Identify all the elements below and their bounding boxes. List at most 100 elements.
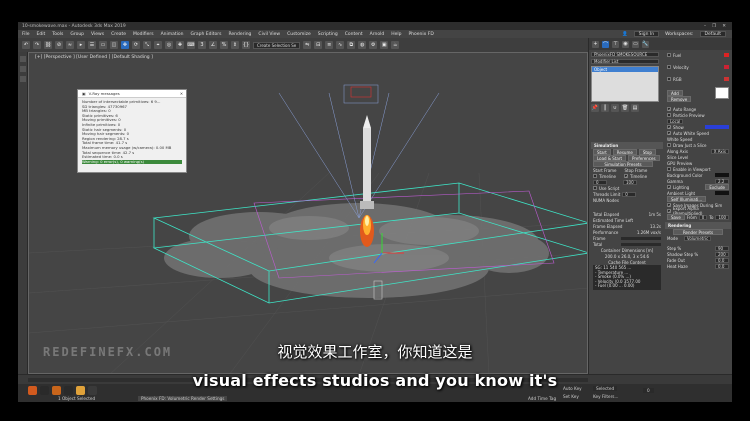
fade-out-input[interactable]: 0.0 bbox=[715, 257, 729, 263]
pivot-center-icon[interactable]: ◎ bbox=[165, 41, 173, 49]
add-time-tag-button[interactable]: Add Time Tag bbox=[528, 396, 556, 401]
snaps-toggle-icon[interactable]: 3 bbox=[198, 41, 206, 49]
rendering-rollout-header[interactable]: Rendering bbox=[665, 222, 731, 229]
keyboard-shortcut-icon[interactable]: ⌨ bbox=[187, 41, 195, 49]
layer-explorer-icon[interactable]: ≡ bbox=[325, 41, 334, 49]
pin-stack-icon[interactable]: 📌 bbox=[591, 104, 599, 112]
save-button[interactable]: Save bbox=[667, 214, 685, 220]
render-presets-button[interactable]: Render Presets bbox=[673, 229, 723, 235]
fuel-color-swatch[interactable] bbox=[724, 53, 729, 57]
self-illumination-button[interactable]: Self Illuminati... bbox=[667, 196, 707, 202]
key-filters-button[interactable]: Key Filters... bbox=[593, 394, 618, 399]
object-name-field[interactable]: PhoenixFD SMOKESOURCE bbox=[591, 52, 659, 57]
minimize-button[interactable]: – bbox=[704, 24, 706, 29]
selection-set-dropdown[interactable]: Create Selection Se bbox=[253, 41, 301, 49]
render-settings-tab[interactable]: Phoenix FD: Volumetric Render Settings bbox=[138, 396, 228, 401]
menu-graph-editors[interactable]: Graph Editors bbox=[191, 32, 222, 37]
align-icon[interactable]: ⊟ bbox=[314, 41, 323, 49]
link-icon[interactable]: ⛓ bbox=[44, 41, 52, 49]
create-tab-icon[interactable]: + bbox=[592, 40, 599, 48]
select-move-icon[interactable]: ✥ bbox=[121, 41, 129, 49]
show-checkbox[interactable] bbox=[667, 125, 671, 129]
start-frame-input[interactable]: 0 bbox=[593, 179, 607, 185]
motion-tab-icon[interactable]: ◉ bbox=[622, 40, 629, 48]
remove-modifier-icon[interactable]: 🗑 bbox=[621, 104, 629, 112]
menu-phoenix-fd[interactable]: Phoenix FD bbox=[408, 32, 433, 37]
remove-button[interactable]: Remove bbox=[667, 96, 692, 102]
menu-scripting[interactable]: Scripting bbox=[318, 32, 338, 37]
render-setup-icon[interactable]: ⚙ bbox=[369, 41, 378, 49]
modify-tab-icon[interactable]: ⌒ bbox=[602, 40, 609, 48]
sign-in-button[interactable]: Sign In bbox=[633, 31, 660, 37]
menu-animation[interactable]: Animation bbox=[161, 32, 184, 37]
percent-snap-icon[interactable]: % bbox=[220, 41, 228, 49]
exclude-button[interactable]: Exclude bbox=[705, 184, 729, 190]
viewport-label[interactable]: [+] [Perspective ] [User Defined ] [Defa… bbox=[35, 55, 153, 60]
workspaces-dropdown[interactable]: Default bbox=[699, 31, 726, 37]
start-timeline-checkbox[interactable] bbox=[593, 174, 597, 178]
window-crossing-icon[interactable]: ◫ bbox=[110, 41, 118, 49]
menu-tools[interactable]: Tools bbox=[52, 32, 63, 37]
display-tab-icon[interactable]: ▭ bbox=[632, 40, 639, 48]
auto-range-checkbox[interactable] bbox=[667, 107, 671, 111]
scene-explorer-icon[interactable] bbox=[20, 66, 26, 72]
viewport-layout-icon[interactable] bbox=[20, 56, 26, 62]
unlink-icon[interactable]: ⊘ bbox=[55, 41, 63, 49]
stack-item-object[interactable]: Object bbox=[592, 67, 658, 72]
rgb-color-swatch[interactable] bbox=[724, 77, 729, 81]
utilities-tab-icon[interactable]: 🔧 bbox=[642, 40, 649, 48]
enable-viewport-checkbox[interactable] bbox=[667, 167, 671, 171]
export-alpha-checkbox[interactable] bbox=[667, 209, 671, 213]
select-scale-icon[interactable]: ⤡ bbox=[143, 41, 151, 49]
shadow-step-input[interactable]: 200 bbox=[715, 251, 729, 257]
select-by-name-icon[interactable]: ☰ bbox=[88, 41, 96, 49]
isolate-icon[interactable] bbox=[20, 76, 26, 82]
schematic-view-icon[interactable]: ⧉ bbox=[347, 41, 356, 49]
fuel-checkbox[interactable] bbox=[667, 53, 671, 57]
redo-icon[interactable]: ↷ bbox=[33, 41, 41, 49]
to-input[interactable]: 100 bbox=[715, 214, 729, 220]
angle-snap-icon[interactable]: ∠ bbox=[209, 41, 217, 49]
stop-timeline-checkbox[interactable] bbox=[624, 174, 629, 178]
threads-limit-input[interactable]: 0 bbox=[622, 191, 637, 197]
maximize-button[interactable]: ❐ bbox=[712, 24, 716, 29]
select-manipulate-icon[interactable]: ✚ bbox=[176, 41, 184, 49]
menu-edit[interactable]: Edit bbox=[37, 32, 46, 37]
menu-civil-view[interactable]: Civil View bbox=[258, 32, 280, 37]
particle-preview-checkbox[interactable] bbox=[667, 113, 671, 117]
local-dropdown[interactable]: Local bbox=[667, 118, 684, 124]
draw-slice-checkbox[interactable] bbox=[667, 143, 671, 147]
force-checkbox[interactable] bbox=[667, 77, 671, 81]
make-unique-icon[interactable]: ∪ bbox=[611, 104, 619, 112]
velocity-color-swatch[interactable] bbox=[724, 65, 729, 69]
rendered-frame-icon[interactable]: ▣ bbox=[380, 41, 389, 49]
mirror-icon[interactable]: ⇋ bbox=[303, 41, 312, 49]
axis-dropdown[interactable]: X Axis bbox=[710, 148, 729, 154]
menu-group[interactable]: Group bbox=[70, 32, 84, 37]
background-color-swatch[interactable] bbox=[715, 173, 729, 177]
show-color-swatch[interactable] bbox=[705, 125, 729, 129]
menu-content[interactable]: Content bbox=[345, 32, 363, 37]
menu-arnold[interactable]: Arnold bbox=[370, 32, 385, 37]
step-input[interactable]: 90 bbox=[715, 245, 729, 251]
bind-space-warp-icon[interactable]: ≈ bbox=[66, 41, 74, 49]
menu-modifiers[interactable]: Modifiers bbox=[133, 32, 154, 37]
menu-file[interactable]: File bbox=[22, 32, 30, 37]
save-images-checkbox[interactable] bbox=[667, 203, 671, 207]
menu-customize[interactable]: Customize bbox=[287, 32, 311, 37]
lighting-checkbox[interactable] bbox=[667, 185, 671, 189]
set-key-button[interactable]: Set Key bbox=[563, 394, 579, 399]
spinner-snap-icon[interactable]: ⇕ bbox=[231, 41, 239, 49]
menu-rendering[interactable]: Rendering bbox=[228, 32, 251, 37]
modifier-list-dropdown[interactable]: Modifier List bbox=[591, 59, 659, 64]
ambient-light-swatch[interactable] bbox=[715, 191, 729, 195]
auto-white-speed-checkbox[interactable] bbox=[667, 131, 671, 135]
vray-close-icon[interactable]: ✕ bbox=[180, 91, 186, 96]
gamma-input[interactable]: 2.2 bbox=[715, 178, 729, 184]
simulation-rollout-header[interactable]: Simulation bbox=[591, 142, 663, 149]
use-script-checkbox[interactable] bbox=[593, 186, 597, 190]
mode-dropdown[interactable]: Volumetric bbox=[683, 235, 712, 241]
select-object-icon[interactable]: ▸ bbox=[77, 41, 85, 49]
render-icon[interactable]: ☕ bbox=[391, 41, 400, 49]
menu-views[interactable]: Views bbox=[91, 32, 104, 37]
